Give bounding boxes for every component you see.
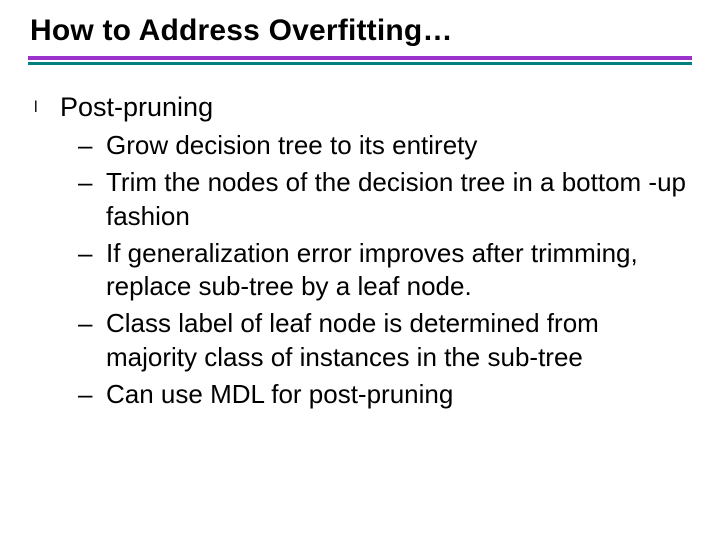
lvl2-text: If generalization error improves after t… (106, 237, 692, 304)
slide-title: How to Address Overfitting… (30, 14, 692, 48)
dash-icon: – (78, 237, 106, 270)
list-item-lvl1: l Post-pruning (34, 91, 692, 125)
list-item: – Trim the nodes of the decision tree in… (78, 166, 692, 233)
dash-icon: – (78, 166, 106, 199)
list-item: – If generalization error improves after… (78, 237, 692, 304)
dash-icon: – (78, 307, 106, 340)
lvl2-text: Trim the nodes of the decision tree in a… (106, 166, 692, 233)
slide: How to Address Overfitting… l Post-pruni… (0, 0, 720, 540)
lvl2-text: Class label of leaf node is determined f… (106, 307, 692, 374)
lvl2-text: Grow decision tree to its entirety (106, 129, 692, 162)
title-underline (28, 56, 692, 65)
dash-icon: – (78, 378, 106, 411)
divider-teal (28, 62, 692, 65)
dash-icon: – (78, 129, 106, 162)
list-item: – Class label of leaf node is determined… (78, 307, 692, 374)
slide-body: l Post-pruning – Grow decision tree to i… (28, 91, 692, 411)
lvl2-text: Can use MDL for post-pruning (106, 378, 692, 411)
list-item: – Can use MDL for post-pruning (78, 378, 692, 411)
lvl1-text: Post-pruning (60, 91, 692, 125)
list-item: – Grow decision tree to its entirety (78, 129, 692, 162)
divider-purple (28, 56, 692, 60)
list-lvl2: – Grow decision tree to its entirety – T… (78, 129, 692, 411)
bullet-lvl1-icon: l (34, 91, 60, 125)
